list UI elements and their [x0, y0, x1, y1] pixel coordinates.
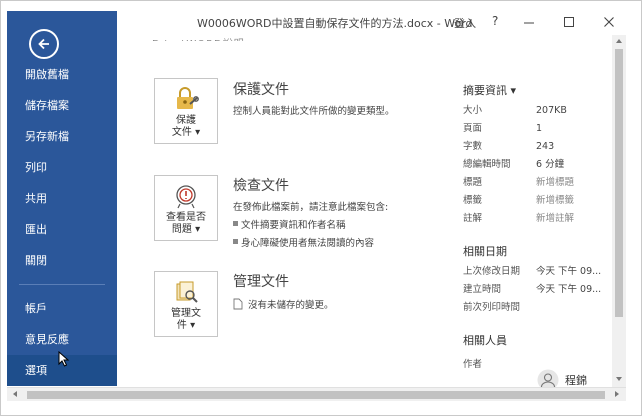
sidebar-item-account[interactable]: 帳戶 [7, 293, 117, 324]
sidebar-item-share[interactable]: 共用 [7, 183, 117, 214]
prop-row: 前次列印時間 [463, 299, 612, 317]
manage-tile-line1: 管理文 [171, 308, 201, 319]
protect-tile-line1: 保護 [176, 115, 196, 126]
add-comment-field[interactable]: 新增註解 [536, 210, 574, 228]
inspect-section: 檢查文件 在發佈此檔案前，請注意此檔案包含: 文件摘要資訊和作者名稱 身心障礙使… [233, 175, 388, 249]
prop-key: 前次列印時間 [463, 302, 521, 313]
scroll-left-icon[interactable] [13, 391, 17, 397]
prop-value: 6 分鐘 [536, 159, 565, 170]
horizontal-scrollbar[interactable] [7, 387, 626, 401]
prop-row: 字數 243 [463, 138, 612, 156]
prop-value: 207KB [536, 105, 567, 116]
inspect-bullet: 文件摘要資訊和作者名稱 [233, 217, 388, 231]
add-tag-field[interactable]: 新增標籤 [536, 192, 574, 210]
inspect-bullet: 身心障礙使用者無法閱讀的內容 [233, 235, 388, 249]
window-title: W0006WORD中設置自動保存文件的方法.docx - Word [197, 17, 473, 30]
protect-section: 保護文件 控制人員能對此文件所做的變更類型。 [233, 79, 395, 117]
prop-row: 標籤 新增標籤 [463, 192, 612, 210]
prop-value: 今天 下午 09... [536, 284, 602, 295]
prop-row: 標題 新增標題 [463, 174, 612, 192]
back-button[interactable] [29, 29, 59, 59]
inspect-tile-line2: 問題 ▾ [171, 224, 201, 235]
properties-panel: 摘要資訊 ▾ 大小 207KB 頁面 1 字數 243 總編輯時間 6 分鐘 標題 新增標… [463, 35, 612, 372]
avatar-icon [537, 369, 559, 387]
prop-key: 總編輯時間 [463, 159, 511, 170]
manage-document-icon [176, 281, 198, 303]
prop-key: 註解 [463, 213, 483, 224]
dates-list: 上次修改日期 今天 下午 09... 建立時間 今天 下午 09... 前次列印時間 [463, 263, 612, 317]
maximize-icon[interactable] [562, 15, 576, 29]
prop-row: 大小 207KB [463, 102, 612, 120]
author-entry[interactable]: 程錦 [537, 369, 587, 387]
prop-row: 上次修改日期 今天 下午 09... [463, 263, 612, 281]
prop-row: 總編輯時間 6 分鐘 [463, 156, 612, 174]
file-path-cut: D:\...\WORD說明 [152, 35, 245, 41]
summary-list: 大小 207KB 頁面 1 字數 243 總編輯時間 6 分鐘 標題 新增標題 標籤 新增標… [463, 102, 612, 228]
protect-title: 保護文件 [233, 82, 289, 98]
sign-in-link[interactable]: 登入 [454, 15, 476, 31]
inspect-document-icon [176, 185, 196, 209]
check-for-issues-button[interactable]: 查看是否 問題 ▾ [154, 175, 218, 241]
add-title-field[interactable]: 新增標題 [536, 174, 574, 192]
related-dates-header: 相關日期 [463, 245, 507, 258]
close-icon[interactable] [602, 15, 616, 29]
title-bar: W0006WORD中設置自動保存文件的方法.docx - Word 登入 ? [117, 11, 635, 35]
prop-value: 今天 下午 09... [536, 266, 602, 277]
protect-tile-line2: 文件 ▾ [171, 127, 201, 138]
backstage-sidebar: 開啟舊檔 儲存檔案 另存新檔 列印 共用 匯出 關閉 帳戶 意見反應 選項 [7, 11, 117, 386]
sidebar-divider [19, 284, 105, 285]
scroll-up-icon[interactable] [616, 39, 622, 43]
horizontal-scroll-thumb[interactable] [27, 391, 605, 399]
prop-row: 註解 新增註解 [463, 210, 612, 228]
protect-document-button[interactable]: 保護 文件 ▾ [154, 78, 218, 144]
prop-row: 頁面 1 [463, 120, 612, 138]
minimize-icon[interactable] [522, 15, 536, 29]
manage-tile-line2: 件 ▾ [176, 320, 196, 331]
protect-desc: 控制人員能對此文件所做的變更類型。 [233, 106, 395, 117]
sidebar-item-open[interactable]: 開啟舊檔 [7, 59, 117, 90]
vertical-scroll-thumb[interactable] [615, 49, 623, 317]
inspect-desc: 在發佈此檔案前，請注意此檔案包含: [233, 202, 389, 213]
prop-row: 建立時間 今天 下午 09... [463, 281, 612, 299]
scroll-down-icon[interactable] [616, 377, 622, 381]
author-label: 作者 [463, 359, 483, 370]
manage-status: 沒有未儲存的變更。 [233, 297, 334, 311]
info-content: D:\...\WORD說明 保護 文件 ▾ 保護文件 控制人員能對此文件所做的變… [117, 35, 612, 387]
sidebar-item-close[interactable]: 關閉 [7, 245, 117, 276]
manage-title: 管理文件 [233, 274, 289, 290]
prop-key: 標籤 [463, 195, 483, 206]
mouse-cursor-icon [58, 351, 70, 367]
document-icon [233, 298, 243, 310]
author-name: 程錦 [565, 374, 587, 387]
word-window: 開啟舊檔 儲存檔案 另存新檔 列印 共用 匯出 關閉 帳戶 意見反應 選項 W0… [0, 0, 642, 416]
properties-header[interactable]: 摘要資訊 ▾ [463, 82, 612, 98]
manage-document-button[interactable]: 管理文 件 ▾ [154, 271, 218, 337]
inspect-title: 檢查文件 [233, 178, 289, 194]
prop-key: 字數 [463, 141, 483, 152]
back-arrow-icon [38, 38, 49, 50]
manage-section: 管理文件 沒有未儲存的變更。 [233, 271, 334, 311]
manage-status-text: 沒有未儲存的變更。 [248, 300, 334, 311]
vertical-scrollbar[interactable] [612, 35, 626, 387]
lock-key-icon [177, 87, 199, 109]
related-people-header: 相關人員 [463, 334, 507, 347]
sidebar-item-print[interactable]: 列印 [7, 152, 117, 183]
prop-key: 頁面 [463, 123, 483, 134]
sidebar-item-save-as[interactable]: 另存新檔 [7, 121, 117, 152]
inspect-tile-line1: 查看是否 [166, 212, 206, 223]
prop-key: 建立時間 [463, 284, 502, 295]
prop-key: 上次修改日期 [463, 266, 521, 277]
scroll-right-icon[interactable] [615, 391, 619, 397]
prop-key: 大小 [463, 105, 483, 116]
prop-value: 1 [536, 123, 543, 134]
sidebar-nav: 開啟舊檔 儲存檔案 另存新檔 列印 共用 匯出 關閉 帳戶 意見反應 選項 [7, 59, 117, 386]
sidebar-item-save[interactable]: 儲存檔案 [7, 90, 117, 121]
prop-value: 243 [536, 141, 555, 152]
prop-key: 標題 [463, 177, 483, 188]
help-button[interactable]: ? [492, 14, 498, 28]
sidebar-item-export[interactable]: 匯出 [7, 214, 117, 245]
